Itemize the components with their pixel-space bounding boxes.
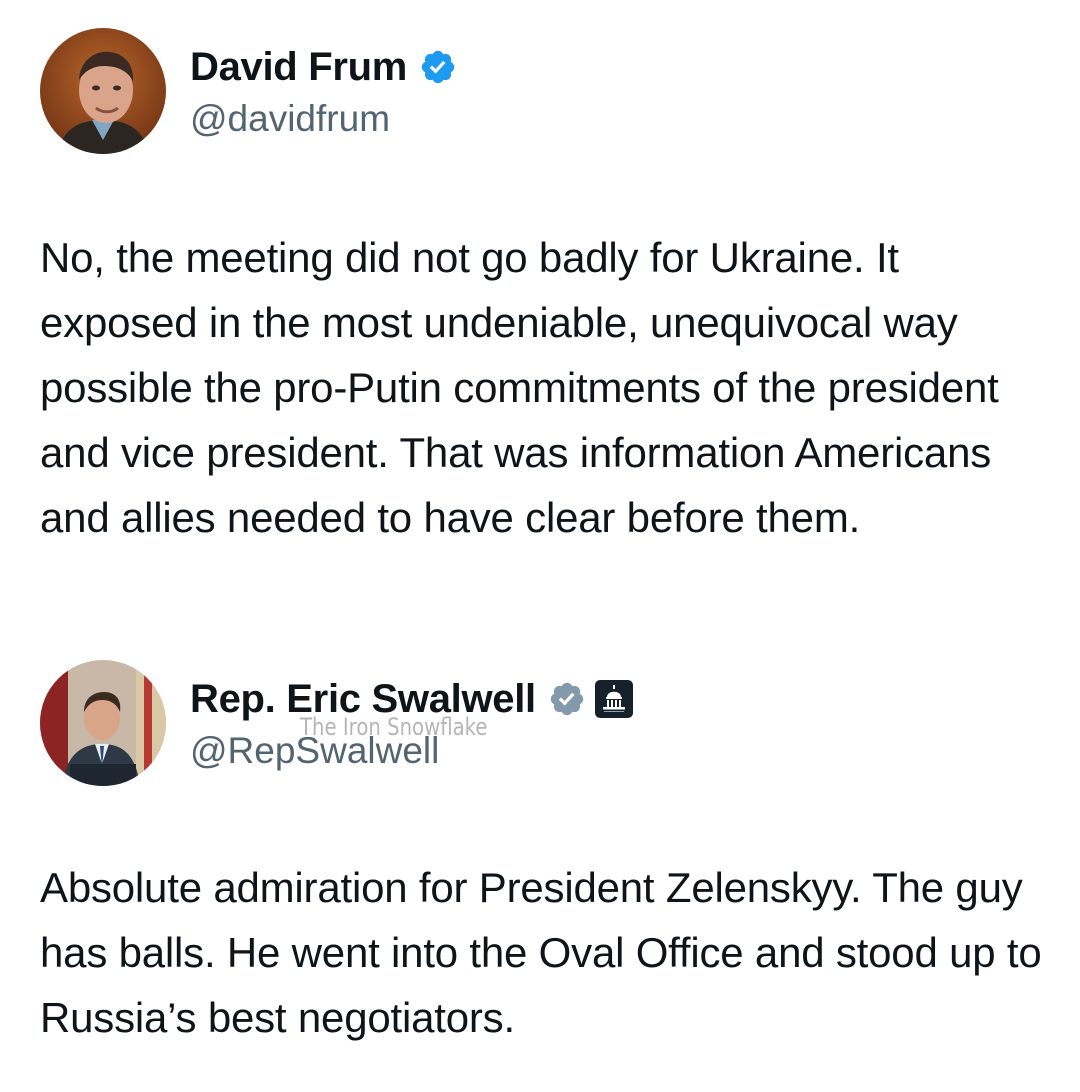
author-avatar[interactable] bbox=[40, 660, 166, 786]
person-avatar-icon bbox=[40, 28, 166, 154]
tweet-text: No, the meeting did not go badly for Ukr… bbox=[40, 234, 999, 541]
author-display-name[interactable]: Rep. Eric Swalwell bbox=[190, 674, 536, 724]
author-handle[interactable]: @davidfrum bbox=[190, 96, 390, 142]
capitol-building-icon[interactable] bbox=[594, 679, 634, 719]
person-at-podium-avatar-icon bbox=[40, 660, 166, 786]
author-name-row: Rep. Eric Swalwell bbox=[190, 674, 634, 724]
author-handle[interactable]: @RepSwalwell bbox=[190, 728, 439, 774]
verified-badge-icon[interactable] bbox=[419, 48, 457, 86]
tweet-text: Absolute admiration for President Zelens… bbox=[40, 864, 1042, 1041]
tweet-card: David Frum @davidfrum No, the meeting di… bbox=[0, 0, 1080, 640]
government-verified-badge-icon[interactable] bbox=[548, 680, 586, 718]
author-display-name[interactable]: David Frum bbox=[190, 42, 407, 92]
tweet-card: Rep. Eric Swalwell @RepSwalwell Absolute… bbox=[0, 640, 1080, 1092]
author-avatar[interactable] bbox=[40, 28, 166, 154]
author-name-row: David Frum bbox=[190, 42, 457, 92]
